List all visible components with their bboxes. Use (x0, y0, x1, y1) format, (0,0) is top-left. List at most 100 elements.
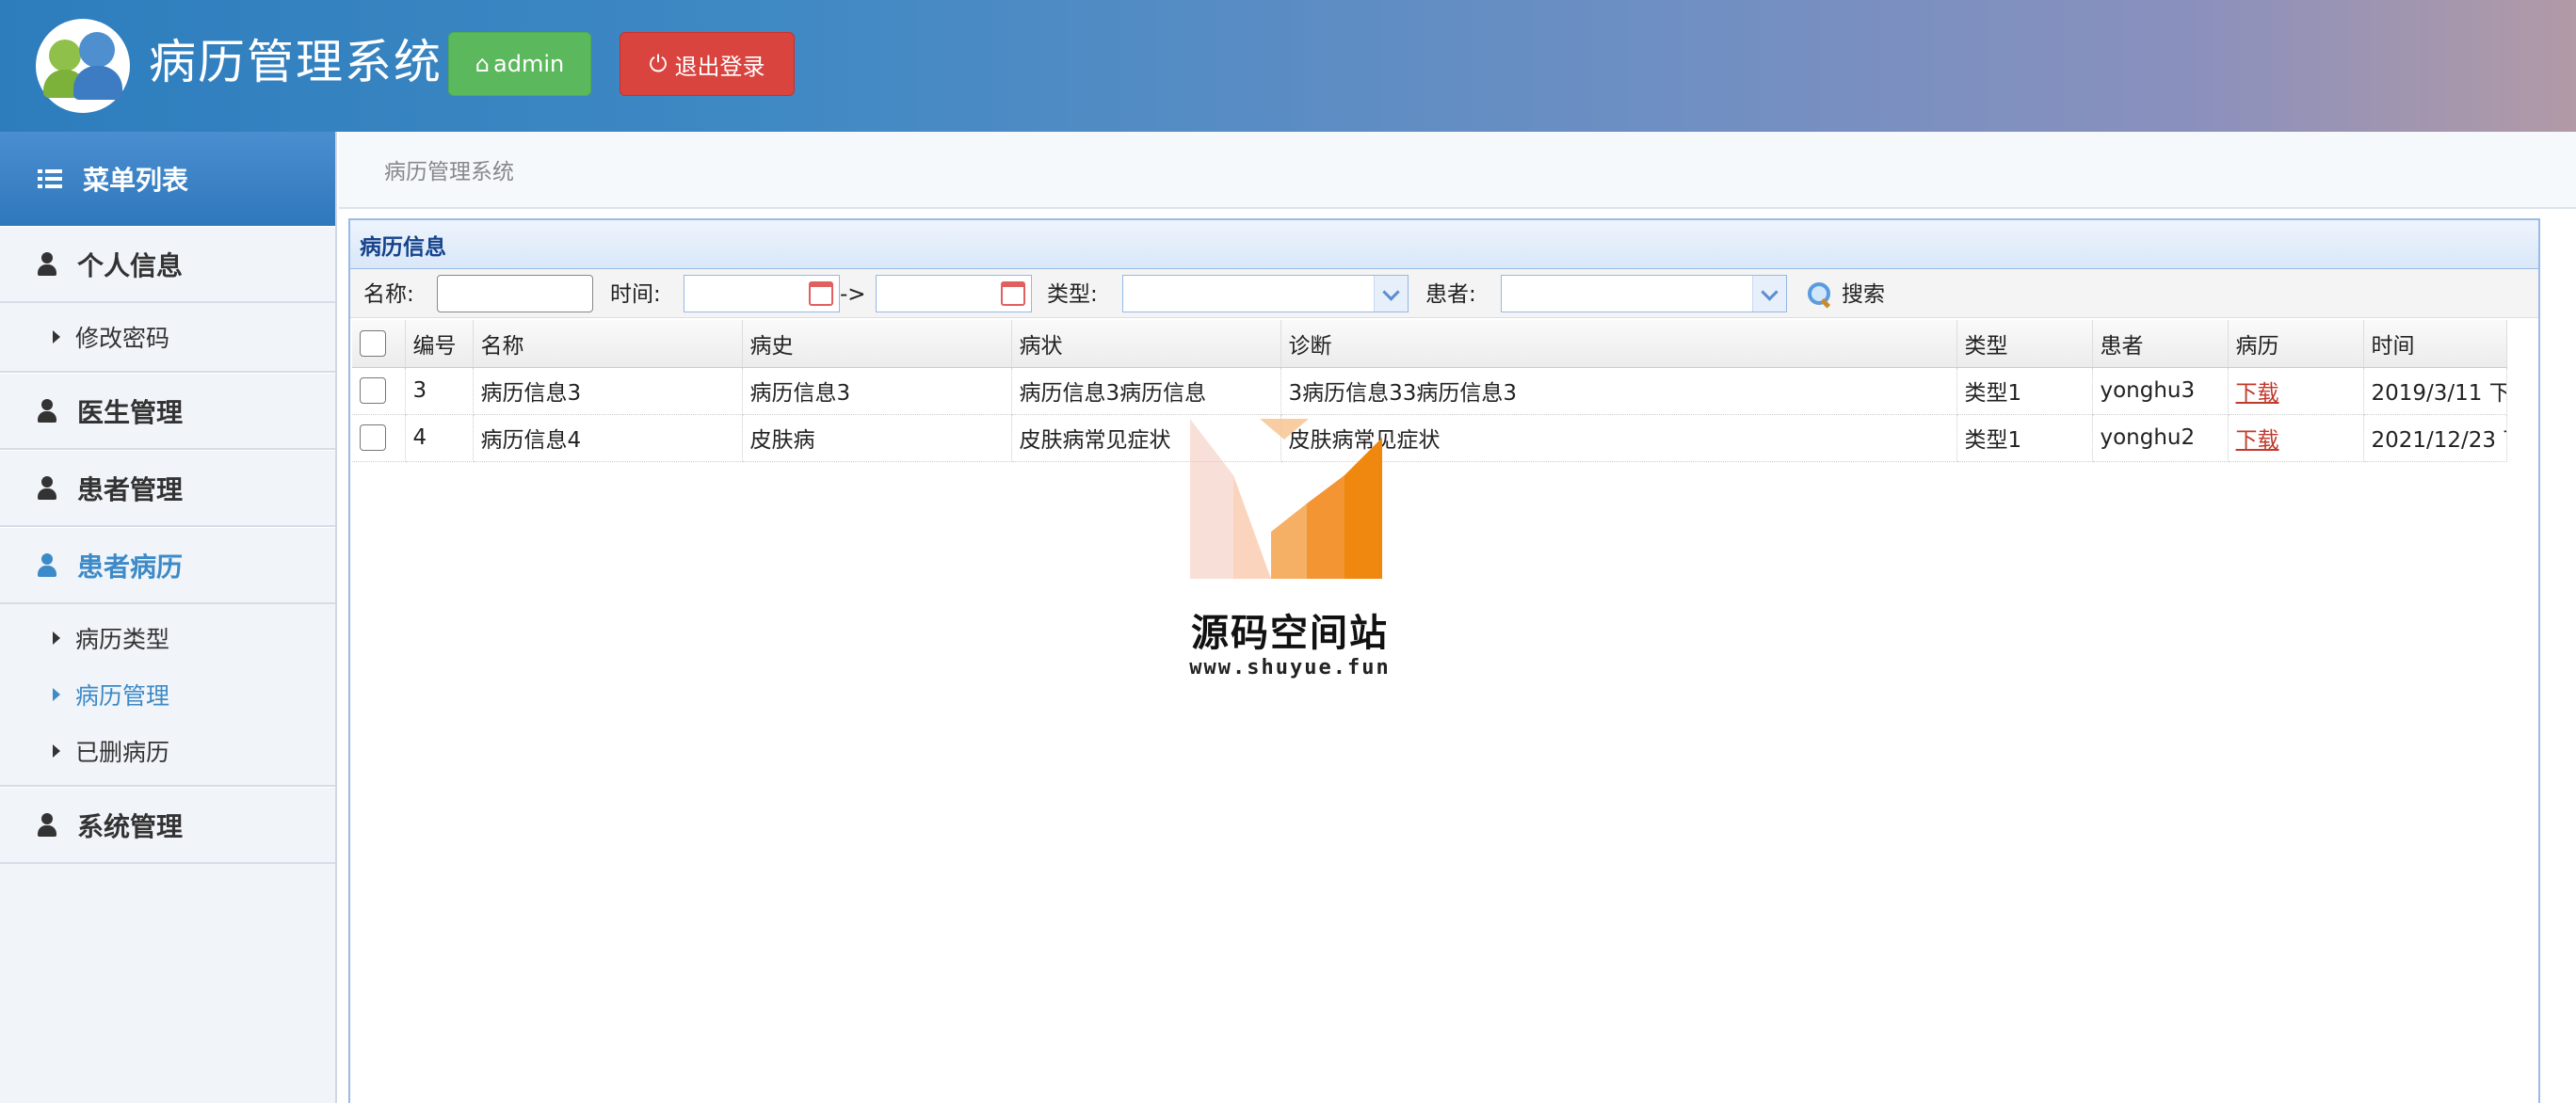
filter-toolbar: 名称: 时间: -> 类型: 患者: 搜索 (350, 269, 2538, 318)
column-header[interactable]: 类型 (1956, 320, 2093, 368)
sidebar-section-patient-management[interactable]: 患者管理 (0, 450, 335, 527)
column-header[interactable]: 病历 (2228, 320, 2364, 368)
app-title: 病历管理系统 (149, 35, 443, 89)
table-header-row: 编号 名称 病史 病状 诊断 类型 患者 病历 时间 (352, 320, 2507, 368)
column-header[interactable]: 病史 (742, 320, 1012, 368)
cell-time: 2021/12/23 下 (2363, 414, 2507, 462)
column-header[interactable]: 病状 (1011, 320, 1281, 368)
download-link[interactable]: 下载 (2236, 381, 2279, 406)
menu-title: 菜单列表 (83, 165, 189, 196)
admin-home-button[interactable]: ⌂ admin (448, 32, 591, 96)
table-row[interactable]: 4 病历信息4 皮肤病 皮肤病常见症状 皮肤病常见症状 类型1 yonghu2 … (352, 414, 2507, 462)
cell-patient: yonghu3 (2092, 367, 2229, 415)
row-select-cell (352, 414, 406, 462)
end-date-input[interactable] (876, 275, 1032, 312)
home-icon: ⌂ (475, 51, 491, 77)
download-link[interactable]: 下载 (2236, 428, 2279, 453)
sidebar-subgroup-personal: 修改密码 (0, 303, 335, 373)
cell-name: 病历信息4 (473, 414, 743, 462)
cell-record: 下载 (2228, 367, 2364, 415)
cell-history: 皮肤病 (742, 414, 1012, 462)
sidebar-section-label: 医生管理 (77, 396, 184, 428)
cell-history: 病历信息3 (742, 367, 1012, 415)
cell-record: 下载 (2228, 414, 2364, 462)
caret-right-icon (53, 744, 60, 758)
column-header[interactable]: 时间 (2363, 320, 2507, 368)
records-panel: 病历信息 名称: 时间: -> 类型: 患者: 搜索 编号 名称 病史 病状 诊… (348, 218, 2540, 1103)
watermark-title: 源码空间站 (1191, 612, 1389, 655)
panel-title: 病历信息 (350, 220, 2538, 269)
user-icon (38, 475, 56, 501)
sidebar-section-personal-info[interactable]: 个人信息 (0, 226, 335, 303)
search-label: 搜索 (1842, 282, 1885, 307)
user-icon (38, 251, 56, 277)
sidebar-section-label: 患者管理 (77, 473, 184, 505)
row-checkbox[interactable] (360, 377, 386, 404)
cell-time: 2019/3/11 下 (2363, 367, 2507, 415)
chevron-down-icon[interactable] (1374, 276, 1408, 312)
sidebar-section-label: 系统管理 (77, 810, 184, 842)
user-icon (38, 812, 56, 838)
search-icon (1808, 282, 1832, 307)
select-all-cell (352, 320, 406, 368)
date-range-separator: -> (840, 282, 866, 307)
sidebar-section-doctor-management[interactable]: 医生管理 (0, 373, 335, 450)
logout-label: 退出登录 (674, 53, 765, 80)
cell-id: 4 (405, 414, 474, 462)
cell-type: 类型1 (1956, 367, 2093, 415)
breadcrumb: 病历管理系统 (339, 132, 2576, 209)
caret-right-icon (53, 688, 60, 701)
cell-id: 3 (405, 367, 474, 415)
admin-label: admin (493, 51, 565, 77)
cell-patient: yonghu2 (2092, 414, 2229, 462)
chevron-down-icon[interactable] (1752, 276, 1786, 312)
start-date-input[interactable] (684, 275, 840, 312)
sidebar-section-label: 个人信息 (77, 249, 184, 281)
user-icon (38, 552, 56, 578)
patient-select[interactable] (1501, 275, 1787, 312)
table-row[interactable]: 3 病历信息3 病历信息3 病历信息3病历信息 3病历信息33病历信息3 类型1… (352, 367, 2507, 415)
type-select[interactable] (1122, 275, 1409, 312)
logout-button[interactable]: ⏻ 退出登录 (620, 32, 795, 96)
sidebar: 菜单列表 个人信息 修改密码 医生管理 患者管理 患者病历 病历类型 病历管理 (0, 132, 337, 1103)
cell-diagnosis: 3病历信息33病历信息3 (1280, 367, 1957, 415)
column-header[interactable]: 诊断 (1280, 320, 1957, 368)
records-table: 编号 名称 病史 病状 诊断 类型 患者 病历 时间 3 病历信息3 病历信息3… (352, 320, 2507, 462)
app-header: 病历管理系统 ⌂ admin ⏻ 退出登录 (0, 0, 2576, 132)
sidebar-menu-header: 菜单列表 (0, 132, 335, 226)
type-filter-label: 类型: (1047, 282, 1098, 307)
breadcrumb-text: 病历管理系统 (384, 160, 514, 184)
calendar-icon[interactable] (809, 281, 833, 306)
column-header[interactable]: 名称 (473, 320, 743, 368)
cell-symptom: 病历信息3病历信息 (1011, 367, 1281, 415)
column-header[interactable]: 患者 (2092, 320, 2229, 368)
watermark-url: www.shuyue.fun (1189, 656, 1391, 679)
time-filter-label: 时间: (610, 282, 661, 307)
select-all-checkbox[interactable] (360, 329, 386, 357)
sidebar-section-system-management[interactable]: 系统管理 (0, 787, 335, 864)
sidebar-item-label: 修改密码 (75, 325, 170, 352)
sidebar-section-patient-records[interactable]: 患者病历 (0, 527, 335, 604)
cell-name: 病历信息3 (473, 367, 743, 415)
sidebar-item-deleted-records[interactable]: 已删病历 (0, 723, 335, 779)
power-icon: ⏻ (649, 51, 668, 77)
sidebar-item-record-types[interactable]: 病历类型 (0, 610, 335, 666)
sidebar-item-change-password[interactable]: 修改密码 (0, 309, 335, 365)
cell-type: 类型1 (1956, 414, 2093, 462)
users-logo-icon (36, 19, 130, 113)
user-icon (38, 398, 56, 424)
search-button[interactable]: 搜索 (1808, 279, 1885, 311)
row-select-cell (352, 367, 406, 415)
row-checkbox[interactable] (360, 424, 386, 451)
caret-right-icon (53, 330, 60, 344)
patient-filter-label: 患者: (1425, 282, 1476, 307)
sidebar-item-label: 病历管理 (75, 682, 170, 710)
sidebar-item-label: 病历类型 (75, 626, 170, 653)
calendar-icon[interactable] (1001, 281, 1025, 306)
name-filter-input[interactable] (437, 275, 593, 312)
column-header[interactable]: 编号 (405, 320, 474, 368)
sidebar-item-record-management[interactable]: 病历管理 (0, 666, 335, 723)
list-icon (38, 169, 62, 188)
sidebar-subgroup-records: 病历类型 病历管理 已删病历 (0, 604, 335, 787)
caret-right-icon (53, 631, 60, 645)
